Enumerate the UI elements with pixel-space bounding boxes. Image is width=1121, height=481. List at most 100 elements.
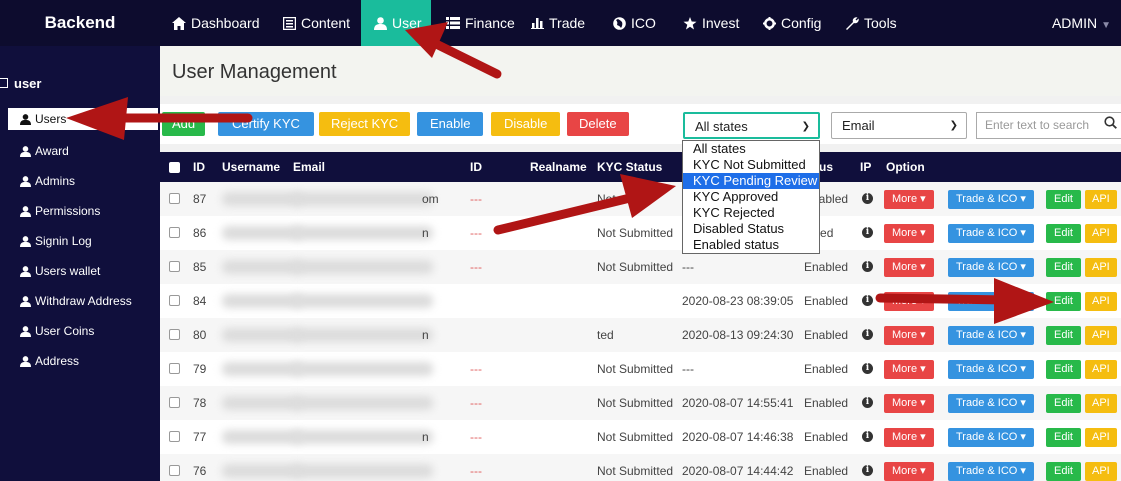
info-icon[interactable]: i [862, 397, 873, 408]
dropdown-option[interactable]: KYC Rejected [683, 205, 819, 221]
more-button[interactable]: More ▾ [884, 258, 934, 277]
dropdown-option[interactable]: Disabled Status [683, 221, 819, 237]
edit-button[interactable]: Edit [1046, 190, 1081, 209]
enable-button[interactable]: Enable [417, 112, 484, 136]
sidebar-item-user-coins[interactable]: User Coins [8, 320, 158, 342]
trade-ico-button[interactable]: Trade & ICO ▾ [948, 428, 1034, 447]
sidebar-item-permissions[interactable]: Permissions [8, 200, 158, 222]
sidebar-item-address[interactable]: Address [8, 350, 158, 372]
disable-button[interactable]: Disable [491, 112, 561, 136]
info-icon[interactable]: i [862, 329, 873, 340]
nav-item-ico[interactable]: ICO [613, 0, 656, 46]
row-checkbox[interactable] [169, 465, 180, 476]
user-icon [20, 325, 31, 337]
row-checkbox[interactable] [169, 363, 180, 374]
delete-button[interactable]: Delete [567, 112, 629, 136]
reject-kyc-button[interactable]: Reject KYC [319, 112, 411, 136]
api-button[interactable]: API [1085, 190, 1117, 209]
info-icon[interactable]: i [862, 261, 873, 272]
trade-ico-button[interactable]: Trade & ICO ▾ [948, 190, 1034, 209]
trade-ico-button[interactable]: Trade & ICO ▾ [948, 462, 1034, 481]
trade-ico-button[interactable]: Trade & ICO ▾ [948, 224, 1034, 243]
api-button[interactable]: API [1085, 258, 1117, 277]
dropdown-option[interactable]: KYC Approved [683, 189, 819, 205]
edit-button[interactable]: Edit [1046, 326, 1081, 345]
certify-kyc-button[interactable]: Certify KYC [218, 112, 314, 136]
row-checkbox[interactable] [169, 431, 180, 442]
nav-item-user[interactable]: User [361, 0, 431, 46]
more-button[interactable]: More ▾ [884, 462, 934, 481]
more-button[interactable]: More ▾ [884, 190, 934, 209]
dropdown-option[interactable]: Enabled status [683, 237, 819, 253]
admin-menu[interactable]: ADMIN ▼ [1052, 0, 1111, 46]
caret-down-icon: ▼ [1101, 20, 1111, 31]
sidebar-item-award[interactable]: Award [8, 140, 158, 162]
more-button[interactable]: More ▾ [884, 224, 934, 243]
state-select[interactable]: All states ❯ [683, 112, 820, 139]
search-input[interactable]: Enter text to search [976, 112, 1121, 139]
select-all-checkbox[interactable] [169, 162, 180, 173]
search-icon[interactable] [1104, 116, 1117, 129]
nav-item-dashboard[interactable]: Dashboard [172, 0, 260, 46]
info-icon[interactable]: i [862, 295, 873, 306]
table-row: 76 --- Not Submitted 2020-08-07 14:44:42 Ena… [160, 454, 1121, 481]
row-checkbox[interactable] [169, 227, 180, 238]
globe-icon [613, 16, 626, 30]
sidebar-item-withdraw-address[interactable]: Withdraw Address [8, 290, 158, 312]
row-checkbox[interactable] [169, 193, 180, 204]
edit-button[interactable]: Edit [1046, 360, 1081, 379]
nav-item-trade[interactable]: Trade [531, 0, 585, 46]
api-button[interactable]: API [1085, 292, 1117, 311]
dropdown-option[interactable]: KYC Not Submitted [683, 157, 819, 173]
more-button[interactable]: More ▾ [884, 394, 934, 413]
user-icon [20, 175, 31, 187]
api-button[interactable]: API [1085, 394, 1117, 413]
nav-item-config[interactable]: Config [763, 0, 821, 46]
nav-item-invest[interactable]: Invest [683, 0, 739, 46]
trade-ico-button[interactable]: Trade & ICO ▾ [948, 326, 1034, 345]
field-select[interactable]: Email ❯ [831, 112, 967, 139]
row-checkbox[interactable] [169, 397, 180, 408]
nav-item-content[interactable]: Content [283, 0, 350, 46]
info-icon[interactable]: i [862, 193, 873, 204]
edit-button[interactable]: Edit [1046, 224, 1081, 243]
caret-down-icon: ▾ [1020, 261, 1026, 273]
edit-button[interactable]: Edit [1046, 428, 1081, 447]
api-button[interactable]: API [1085, 462, 1117, 481]
trade-ico-button[interactable]: Trade & ICO ▾ [948, 292, 1034, 311]
sidebar-item-signin-log[interactable]: Signin Log [8, 230, 158, 252]
info-icon[interactable]: i [862, 431, 873, 442]
dropdown-option[interactable]: All states [683, 141, 819, 157]
dropdown-option-highlighted[interactable]: KYC Pending Review [683, 173, 819, 189]
row-checkbox[interactable] [169, 329, 180, 340]
cell-status: Enabled [804, 430, 849, 444]
api-button[interactable]: API [1085, 428, 1117, 447]
row-checkbox[interactable] [169, 295, 180, 306]
more-button[interactable]: More ▾ [884, 360, 934, 379]
caret-down-icon: ▾ [1020, 397, 1026, 409]
api-button[interactable]: API [1085, 360, 1117, 379]
edit-button[interactable]: Edit [1046, 292, 1081, 311]
more-button[interactable]: More ▾ [884, 292, 934, 311]
add-button[interactable]: Add [162, 112, 206, 136]
trade-ico-button[interactable]: Trade & ICO ▾ [948, 394, 1034, 413]
sidebar-item-users[interactable]: Users [8, 108, 158, 130]
api-button[interactable]: API [1085, 326, 1117, 345]
nav-item-tools[interactable]: Tools [845, 0, 897, 46]
edit-button[interactable]: Edit [1046, 394, 1081, 413]
info-icon[interactable]: i [862, 465, 873, 476]
more-button[interactable]: More ▾ [884, 326, 934, 345]
trade-ico-button[interactable]: Trade & ICO ▾ [948, 258, 1034, 277]
nav-item-finance[interactable]: Finance [446, 0, 515, 46]
row-checkbox[interactable] [169, 261, 180, 272]
edit-button[interactable]: Edit [1046, 462, 1081, 481]
info-icon[interactable]: i [862, 363, 873, 374]
edit-button[interactable]: Edit [1046, 258, 1081, 277]
sidebar-item-admins[interactable]: Admins [8, 170, 158, 192]
api-button[interactable]: API [1085, 224, 1117, 243]
more-button[interactable]: More ▾ [884, 428, 934, 447]
trade-ico-button[interactable]: Trade & ICO ▾ [948, 360, 1034, 379]
sidebar-item-users-wallet[interactable]: Users wallet [8, 260, 158, 282]
brand-logo[interactable]: Backend [0, 0, 160, 46]
info-icon[interactable]: i [862, 227, 873, 238]
